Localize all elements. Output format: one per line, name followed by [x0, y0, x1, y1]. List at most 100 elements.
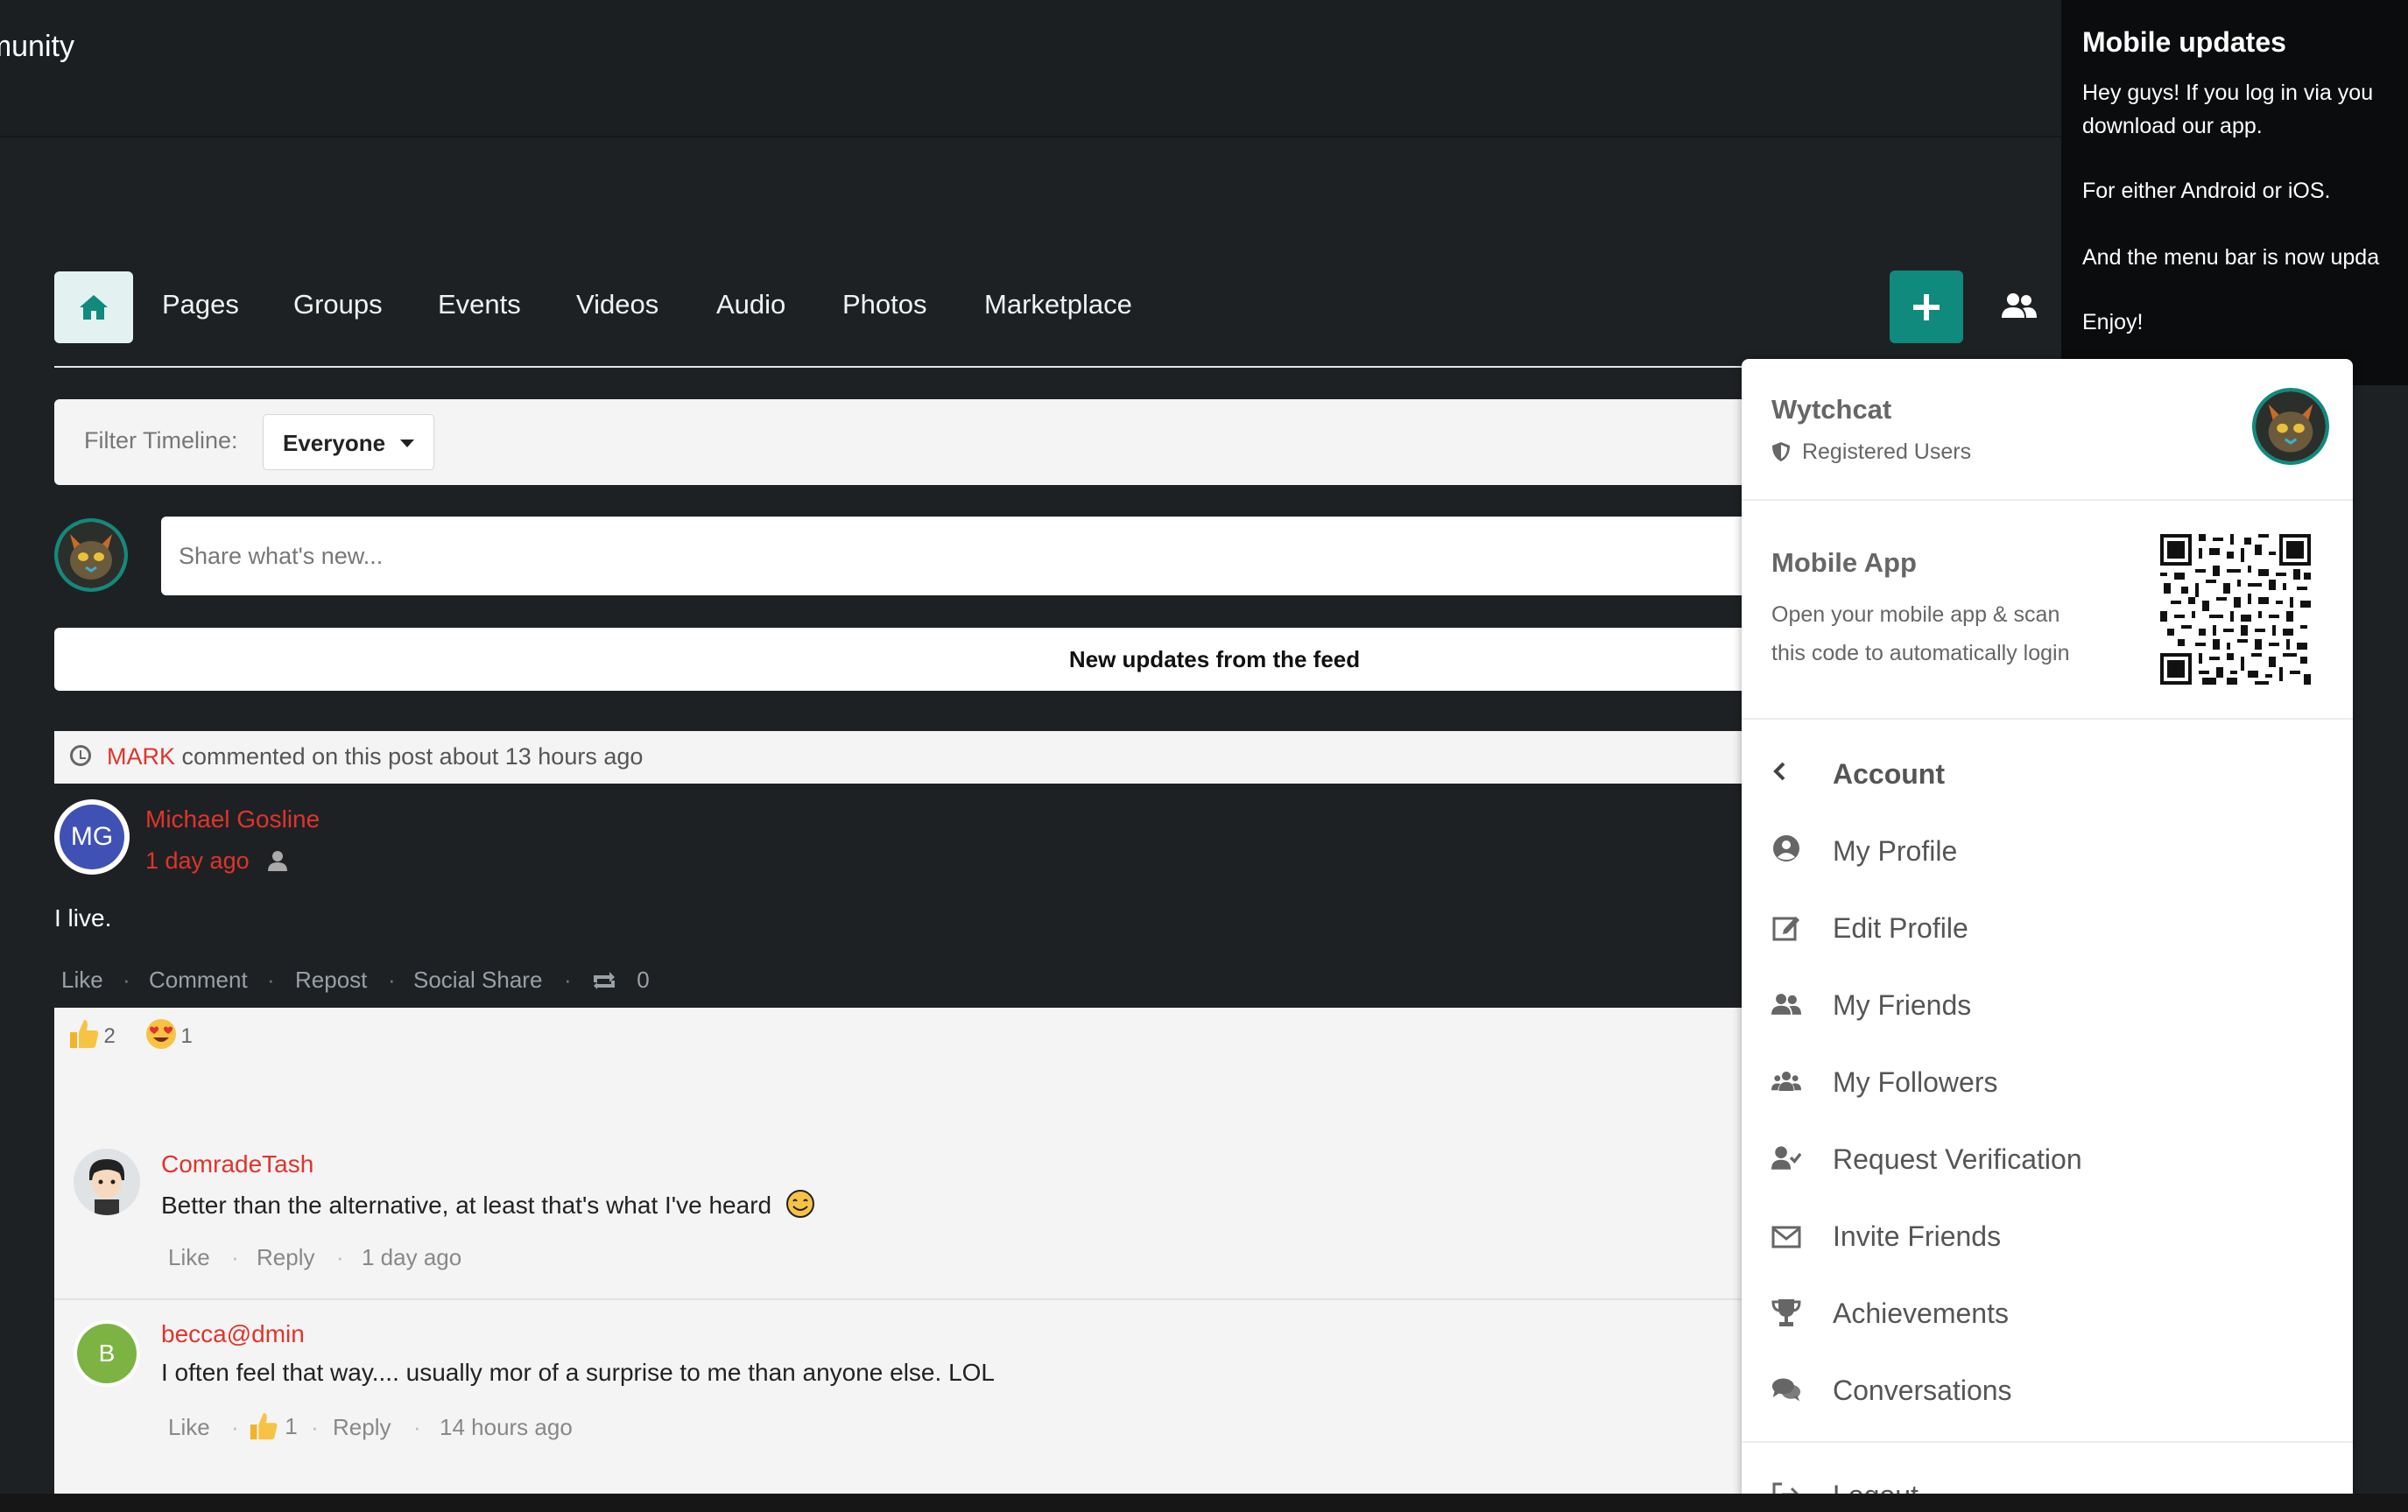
- post-repost-action[interactable]: Repost: [295, 967, 367, 994]
- mobile-app-title: Mobile App: [1771, 547, 1917, 578]
- post-body: I live.: [54, 904, 112, 932]
- nav-events[interactable]: Events: [438, 289, 521, 320]
- post-comment-action[interactable]: Comment: [149, 967, 248, 994]
- chat-icon: [1771, 1378, 1801, 1402]
- edit-icon: [1772, 917, 1799, 941]
- nav-divider: [54, 366, 1806, 368]
- account-section-title[interactable]: Account: [1833, 758, 1945, 791]
- menu-item-achievements[interactable]: Achievements: [1833, 1298, 2009, 1330]
- menu-item-invite-friends[interactable]: Invite Friends: [1833, 1220, 2001, 1253]
- popup-line: And the menu bar is now upda: [2082, 245, 2380, 270]
- post-like-action[interactable]: Like: [61, 967, 103, 994]
- friends-nav-button[interactable]: [2002, 292, 2037, 323]
- comment-author[interactable]: becca@dmin: [161, 1320, 305, 1348]
- thumbs-up-count: 2: [103, 1024, 116, 1048]
- friends-icon: [2002, 293, 2037, 318]
- share-input[interactable]: [161, 517, 1825, 595]
- post-author-name[interactable]: Michael Gosline: [145, 805, 320, 833]
- heart-eyes-icon: [146, 1019, 176, 1049]
- nav-videos[interactable]: Videos: [576, 289, 658, 320]
- comment-like-action[interactable]: Like: [168, 1414, 210, 1441]
- smile-emoji-icon: [785, 1190, 814, 1218]
- comment-reply-action[interactable]: Reply: [257, 1244, 314, 1271]
- menu-divider: [1742, 499, 2353, 501]
- site-title: Community: [0, 30, 2408, 64]
- filter-timeline-select[interactable]: Everyone: [263, 414, 434, 470]
- separator-dot: ·: [388, 967, 396, 993]
- filter-label: Filter Timeline:: [84, 427, 238, 454]
- menu-item-my-profile[interactable]: My Profile: [1833, 835, 1957, 868]
- home-icon: [80, 295, 108, 320]
- nav-audio[interactable]: Audio: [716, 289, 785, 320]
- trophy-icon: [1771, 1299, 1801, 1326]
- thumbs-up-icon: [250, 1412, 278, 1440]
- comment-like-count[interactable]: 1: [249, 1411, 298, 1441]
- role-text: Registered Users: [1801, 440, 1972, 464]
- comment-author[interactable]: ComradeTash: [161, 1150, 313, 1178]
- thumbs-up-icon: [70, 1020, 99, 1048]
- post-author-avatar[interactable]: MG: [54, 799, 130, 875]
- menu-user-avatar[interactable]: [2252, 388, 2329, 465]
- privacy-user-icon: [268, 851, 288, 871]
- heart-eyes-count: 1: [180, 1024, 193, 1048]
- menu-item-request-verification[interactable]: Request Verification: [1833, 1143, 2082, 1176]
- qr-code: [2160, 534, 2311, 685]
- create-button[interactable]: [1890, 271, 1963, 343]
- menu-item-edit-profile[interactable]: Edit Profile: [1833, 912, 1968, 945]
- user-check-icon: [1771, 1146, 1801, 1170]
- reaction-heart-eyes[interactable]: 1: [145, 1018, 193, 1050]
- avatar-initial: B: [77, 1324, 137, 1383]
- comment-text-content: Better than the alternative, at least th…: [161, 1192, 772, 1219]
- separator-dot: ·: [413, 1414, 421, 1440]
- cat-avatar-icon: [58, 522, 124, 588]
- menu-item-conversations[interactable]: Conversations: [1833, 1375, 2012, 1407]
- repost-count[interactable]: 0: [590, 967, 650, 994]
- home-button[interactable]: [54, 271, 133, 343]
- avatar-initials: MG: [60, 805, 124, 869]
- envelope-icon: [1771, 1226, 1801, 1248]
- plus-icon: [1913, 293, 1940, 320]
- comment-avatar[interactable]: [74, 1149, 140, 1215]
- comment-timestamp[interactable]: 14 hours ago: [440, 1414, 573, 1441]
- menu-item-my-friends[interactable]: My Friends: [1833, 989, 1971, 1022]
- comment-timestamp[interactable]: 1 day ago: [362, 1244, 461, 1271]
- caret-down-icon: [400, 440, 414, 447]
- activity-user-link[interactable]: MARK: [107, 743, 175, 770]
- post-time-text: 1 day ago: [145, 847, 250, 874]
- comment-reply-action[interactable]: Reply: [333, 1414, 391, 1441]
- qr-code-icon: [2160, 534, 2311, 685]
- separator-dot: ·: [311, 1414, 319, 1440]
- separator-dot: ·: [267, 967, 275, 993]
- account-dropdown: Wytchcat Registered Users Mobile App Ope…: [1742, 359, 2353, 1512]
- comment-like-action[interactable]: Like: [168, 1244, 210, 1271]
- cat-avatar-icon: [2256, 391, 2326, 461]
- menu-user-name[interactable]: Wytchcat: [1771, 394, 1891, 425]
- menu-item-my-followers[interactable]: My Followers: [1833, 1066, 1997, 1099]
- taskbar-strip: [0, 1494, 2408, 1512]
- menu-user-role: Registered Users: [1771, 440, 1971, 465]
- reaction-thumbs-up[interactable]: 2: [68, 1018, 116, 1050]
- comment-avatar[interactable]: B: [74, 1320, 140, 1387]
- logout-icon: [1772, 1482, 1799, 1494]
- nav-groups[interactable]: Groups: [293, 289, 383, 320]
- repost-count-value: 0: [637, 967, 650, 993]
- new-updates-banner[interactable]: New updates from the feed: [54, 628, 1806, 691]
- chevron-left-icon: [1773, 762, 1785, 781]
- nav-pages[interactable]: Pages: [162, 289, 239, 320]
- followers-icon: [1771, 1071, 1801, 1092]
- post-social-share-action[interactable]: Social Share: [413, 967, 542, 994]
- popup-line: Enjoy!: [2082, 310, 2144, 334]
- account-back-button[interactable]: [1771, 762, 1787, 785]
- site-title-text: Community: [0, 30, 74, 63]
- nav-photos[interactable]: Photos: [842, 289, 927, 320]
- separator-dot: ·: [564, 967, 572, 993]
- menu-item-logout[interactable]: Logout: [1833, 1480, 1919, 1494]
- mobile-updates-popup: Mobile updates Hey guys! If you log in v…: [2061, 0, 2408, 385]
- current-user-avatar[interactable]: [54, 518, 128, 592]
- post-timestamp[interactable]: 1 day ago: [145, 847, 288, 875]
- separator-dot: ·: [123, 967, 130, 993]
- cartoon-avatar-icon: [74, 1149, 140, 1215]
- separator-dot: ·: [336, 1244, 344, 1270]
- nav-marketplace[interactable]: Marketplace: [984, 289, 1132, 320]
- activity-text: commented on this post about 13 hours ag…: [181, 743, 644, 770]
